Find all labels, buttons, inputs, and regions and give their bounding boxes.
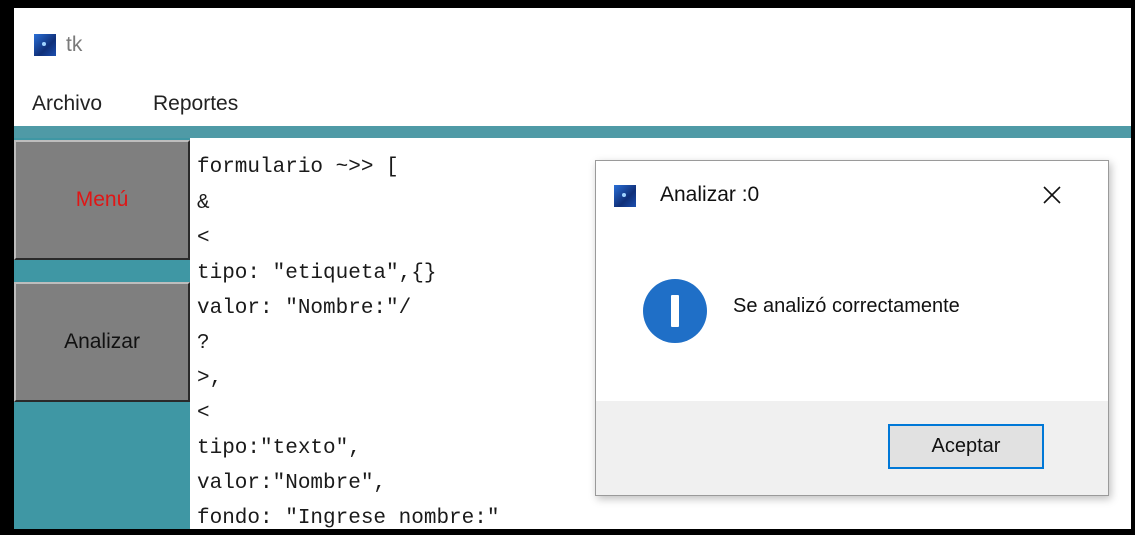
code-line: ? bbox=[197, 332, 210, 355]
menu-reportes[interactable]: Reportes bbox=[153, 92, 238, 116]
analizar-dialog: Analizar :0 Se analizó correctamente Ace… bbox=[595, 160, 1109, 496]
code-line: < bbox=[197, 402, 210, 425]
menu-archivo[interactable]: Archivo bbox=[32, 92, 102, 116]
toolbar-strip bbox=[14, 126, 1131, 138]
menu-bar: Archivo Reportes bbox=[14, 88, 1131, 122]
close-icon[interactable] bbox=[1032, 177, 1072, 213]
code-line: valor: "Nombre:"/ bbox=[197, 297, 412, 320]
sidebar: Menú Analizar bbox=[14, 138, 190, 529]
aceptar-button[interactable]: Aceptar bbox=[888, 424, 1044, 469]
code-line: < bbox=[197, 227, 210, 250]
menu-button[interactable]: Menú bbox=[14, 140, 190, 260]
dialog-footer: Aceptar bbox=[596, 401, 1108, 495]
tk-feather-icon bbox=[614, 185, 636, 207]
code-line: formulario ~>> [ bbox=[197, 156, 399, 179]
window-title: tk bbox=[66, 33, 83, 56]
code-line: valor:"Nombre", bbox=[197, 472, 387, 495]
code-line: & bbox=[197, 192, 210, 215]
info-icon bbox=[643, 279, 707, 343]
code-line: tipo:"texto", bbox=[197, 437, 361, 460]
title-bar: tk bbox=[14, 8, 1131, 83]
code-line: fondo: "Ingrese nombre:" bbox=[197, 507, 500, 529]
dialog-title: Analizar :0 bbox=[660, 183, 760, 206]
dialog-message: Se analizó correctamente bbox=[733, 295, 960, 317]
tk-feather-icon bbox=[34, 34, 56, 56]
analizar-button[interactable]: Analizar bbox=[14, 282, 190, 402]
code-line: >, bbox=[197, 367, 223, 390]
code-line: tipo: "etiqueta",{} bbox=[197, 262, 437, 285]
